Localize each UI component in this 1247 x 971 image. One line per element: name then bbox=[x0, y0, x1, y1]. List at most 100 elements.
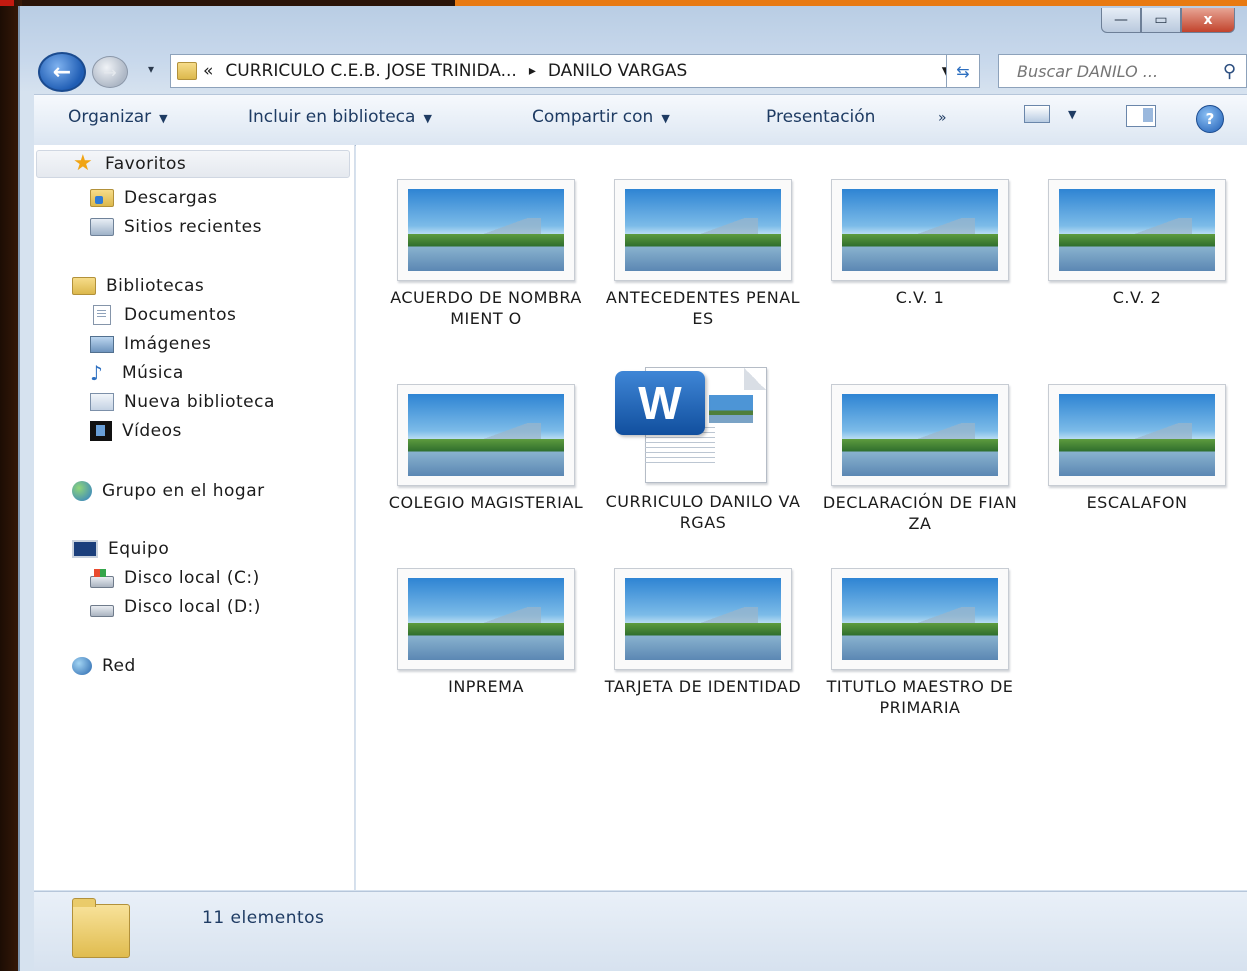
nav-music[interactable]: ♪ Música bbox=[90, 360, 184, 386]
file-name: COLEGIO MAGISTERIAL bbox=[388, 493, 584, 512]
file-name: TITUTLO MAESTRO DE PRIMARIA bbox=[826, 677, 1014, 717]
help-icon: ? bbox=[1196, 105, 1224, 133]
image-thumbnail-icon bbox=[614, 568, 792, 670]
share-with-menu[interactable]: Compartir con ▼ bbox=[532, 107, 670, 127]
nav-label: Bibliotecas bbox=[106, 276, 205, 296]
nav-libraries[interactable]: Bibliotecas bbox=[72, 273, 204, 299]
background-mark bbox=[0, 0, 14, 6]
image-thumbnail-icon bbox=[1048, 179, 1226, 281]
include-label: Incluir en biblioteca bbox=[248, 107, 416, 127]
file-item[interactable]: W CURRICULO DANILO VARGAS bbox=[603, 365, 803, 533]
nav-network[interactable]: Red bbox=[72, 653, 136, 679]
refresh-icon: ⇆ bbox=[956, 61, 970, 81]
chevron-down-icon: ▼ bbox=[661, 112, 670, 125]
file-item[interactable]: C.V. 2 bbox=[1037, 179, 1237, 308]
downloads-folder-icon bbox=[90, 189, 114, 207]
image-thumbnail-icon bbox=[397, 384, 575, 486]
file-item[interactable]: ACUERDO DE NOMBRAMIENT O bbox=[386, 179, 586, 329]
window-controls: — ▭ x bbox=[1101, 8, 1235, 33]
change-view-icon[interactable] bbox=[1024, 105, 1050, 123]
nav-downloads[interactable]: Descargas bbox=[90, 185, 217, 211]
item-count: 11 elementos bbox=[202, 908, 325, 928]
file-name: ESCALAFON bbox=[1086, 493, 1188, 512]
maximize-button[interactable]: ▭ bbox=[1141, 8, 1181, 33]
folder-icon bbox=[72, 898, 130, 958]
word-badge: W bbox=[615, 371, 705, 435]
nav-label: Vídeos bbox=[122, 421, 182, 441]
nav-label: Equipo bbox=[108, 539, 170, 559]
file-name: ACUERDO DE NOMBRAMIENT O bbox=[390, 288, 582, 328]
minimize-button[interactable]: — bbox=[1101, 8, 1141, 33]
help-button[interactable]: ? bbox=[1196, 105, 1224, 133]
forward-arrow-icon: → bbox=[103, 62, 117, 82]
file-name: CURRICULO DANILO VARGAS bbox=[605, 492, 801, 532]
folder-icon bbox=[177, 62, 197, 80]
nav-videos[interactable]: Vídeos bbox=[90, 418, 182, 444]
nav-disk-d[interactable]: Disco local (D:) bbox=[90, 594, 261, 620]
image-thumbnail-icon bbox=[831, 568, 1009, 670]
nav-documents[interactable]: Documentos bbox=[90, 302, 236, 328]
organize-menu[interactable]: Organizar ▼ bbox=[68, 107, 168, 127]
details-pane: 11 elementos bbox=[34, 891, 1247, 970]
file-name: C.V. 1 bbox=[895, 288, 945, 307]
file-item[interactable]: COLEGIO MAGISTERIAL bbox=[386, 384, 586, 513]
slideshow-button[interactable]: Presentación bbox=[766, 107, 875, 127]
file-item[interactable]: TARJETA DE IDENTIDAD bbox=[603, 568, 803, 697]
view-options[interactable]: ▼ bbox=[1024, 105, 1076, 123]
music-note-icon: ♪ bbox=[90, 361, 104, 385]
explorer-window: — ▭ x ← → ▾ « CURRICULO C.E.B. JOSE TRIN… bbox=[18, 6, 1247, 971]
search-box[interactable]: ⚲ bbox=[998, 54, 1247, 88]
file-name: ANTECEDENTES PENALES bbox=[605, 288, 801, 328]
file-item[interactable]: ESCALAFON bbox=[1037, 384, 1237, 513]
more-commands-button[interactable]: » bbox=[938, 110, 947, 126]
chevron-down-icon: ▼ bbox=[159, 112, 168, 125]
include-in-library-menu[interactable]: Incluir en biblioteca ▼ bbox=[248, 107, 432, 127]
file-item[interactable]: TITUTLO MAESTRO DE PRIMARIA bbox=[820, 568, 1020, 718]
back-arrow-icon: ← bbox=[52, 59, 72, 85]
view-dropdown-icon[interactable]: ▼ bbox=[1068, 108, 1076, 121]
image-thumbnail-icon bbox=[831, 384, 1009, 486]
nav-label: Nueva biblioteca bbox=[124, 392, 275, 412]
organize-label: Organizar bbox=[68, 107, 152, 127]
picture-icon bbox=[90, 335, 114, 353]
file-item[interactable]: ANTECEDENTES PENALES bbox=[603, 179, 803, 329]
file-list: ACUERDO DE NOMBRAMIENT O ANTECEDENTES PE… bbox=[356, 145, 1247, 890]
file-name: DECLARACIÓN DE FIANZA bbox=[822, 493, 1018, 533]
preview-pane-button[interactable] bbox=[1126, 105, 1156, 127]
breadcrumb-current[interactable]: DANILO VARGAS bbox=[548, 61, 687, 81]
nav-computer[interactable]: Equipo bbox=[72, 536, 169, 562]
image-thumbnail-icon bbox=[614, 179, 792, 281]
history-dropdown-icon[interactable]: ▾ bbox=[148, 62, 154, 76]
refresh-button[interactable]: ⇆ bbox=[946, 54, 980, 88]
nav-favorites[interactable]: ★ Favoritos bbox=[36, 150, 350, 178]
image-thumbnail-icon bbox=[397, 179, 575, 281]
breadcrumb-separator-icon[interactable]: ▸ bbox=[529, 63, 536, 79]
nav-new-library[interactable]: Nueva biblioteca bbox=[90, 389, 275, 415]
network-icon bbox=[72, 657, 92, 675]
nav-pictures[interactable]: Imágenes bbox=[90, 331, 211, 357]
breadcrumb-overflow[interactable]: « bbox=[203, 61, 213, 81]
share-label: Compartir con bbox=[532, 107, 654, 127]
nav-recent-places[interactable]: Sitios recientes bbox=[90, 214, 262, 240]
file-item[interactable]: DECLARACIÓN DE FIANZA bbox=[820, 384, 1020, 534]
drive-icon bbox=[90, 605, 114, 617]
nav-label: Sitios recientes bbox=[124, 217, 262, 237]
film-icon bbox=[90, 421, 112, 441]
nav-label: Documentos bbox=[124, 305, 237, 325]
nav-homegroup[interactable]: Grupo en el hogar bbox=[72, 478, 265, 504]
back-button[interactable]: ← bbox=[38, 52, 86, 92]
search-input[interactable] bbox=[1015, 60, 1209, 82]
file-item[interactable]: INPREMA bbox=[386, 568, 586, 697]
file-name: INPREMA bbox=[448, 677, 524, 696]
image-thumbnail-icon bbox=[397, 568, 575, 670]
star-icon: ★ bbox=[73, 151, 94, 176]
navigation-pane: ★ Favoritos Descargas Sitios recientes B… bbox=[34, 145, 355, 890]
close-button[interactable]: x bbox=[1181, 8, 1235, 33]
breadcrumb-parent[interactable]: CURRICULO C.E.B. JOSE TRINIDA... bbox=[225, 61, 516, 81]
libraries-icon bbox=[72, 277, 96, 295]
file-item[interactable]: C.V. 1 bbox=[820, 179, 1020, 308]
forward-button[interactable]: → bbox=[92, 56, 128, 88]
address-bar[interactable]: « CURRICULO C.E.B. JOSE TRINIDA... ▸ DAN… bbox=[170, 54, 962, 88]
search-icon[interactable]: ⚲ bbox=[1223, 61, 1236, 82]
nav-disk-c[interactable]: Disco local (C:) bbox=[90, 565, 260, 591]
